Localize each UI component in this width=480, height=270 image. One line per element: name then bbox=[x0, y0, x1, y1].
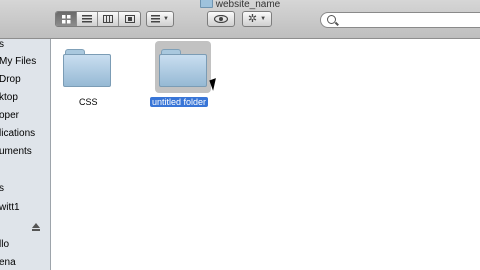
sidebar: s My Files Drop ktop oper lications umen… bbox=[0, 39, 51, 270]
sidebar-item-my-files[interactable]: My Files bbox=[0, 56, 36, 67]
search-input[interactable] bbox=[320, 12, 480, 28]
grid-icon bbox=[61, 14, 70, 23]
list-view-button[interactable] bbox=[77, 12, 98, 26]
list-icon bbox=[82, 15, 92, 23]
arrange-button[interactable]: ▼ bbox=[146, 11, 174, 27]
gear-icon: ✲ bbox=[247, 12, 258, 25]
sidebar-item-developer[interactable]: oper bbox=[0, 110, 19, 121]
sidebar-item-dropbox[interactable]: Drop bbox=[0, 74, 21, 85]
file-browser-content: CSS untitled folder bbox=[51, 39, 480, 270]
column-view-button[interactable] bbox=[98, 12, 119, 26]
sidebar-item-share[interactable]: llo bbox=[0, 239, 9, 250]
cover-flow-icon bbox=[124, 15, 135, 23]
folder-icon bbox=[63, 49, 111, 87]
sidebar-item-desktop[interactable]: ktop bbox=[0, 92, 18, 103]
columns-icon bbox=[103, 15, 113, 23]
chevron-down-icon: ▼ bbox=[260, 16, 267, 22]
chevron-down-icon: ▼ bbox=[163, 16, 169, 22]
sidebar-item-share-2[interactable]: ena bbox=[0, 257, 16, 268]
arrange-icon bbox=[151, 15, 161, 23]
sidebar-item-user[interactable]: witt1 bbox=[0, 202, 20, 213]
icon-view-button[interactable] bbox=[56, 12, 77, 26]
eye-icon bbox=[214, 15, 228, 23]
folder-label-selected[interactable]: untitled folder bbox=[150, 97, 209, 107]
quick-look-button[interactable] bbox=[207, 11, 235, 27]
sidebar-item-devices[interactable]: s bbox=[0, 183, 4, 194]
action-button[interactable]: ✲ ▼ bbox=[242, 11, 272, 27]
sidebar-item-applications[interactable]: lications bbox=[0, 128, 35, 139]
sidebar-item-documents[interactable]: uments bbox=[0, 146, 32, 157]
window-title: website_name bbox=[0, 0, 480, 10]
eject-icon[interactable] bbox=[32, 223, 40, 231]
cover-flow-view-button[interactable] bbox=[119, 12, 140, 26]
folder-icon bbox=[199, 0, 213, 8]
toolbar: website_name ▼ ✲ ▼ bbox=[0, 0, 480, 39]
folder-label: CSS bbox=[79, 97, 98, 107]
view-switcher bbox=[55, 11, 141, 27]
search-icon bbox=[327, 15, 336, 24]
folder-icon bbox=[159, 49, 207, 87]
sidebar-item[interactable]: s bbox=[0, 39, 4, 50]
